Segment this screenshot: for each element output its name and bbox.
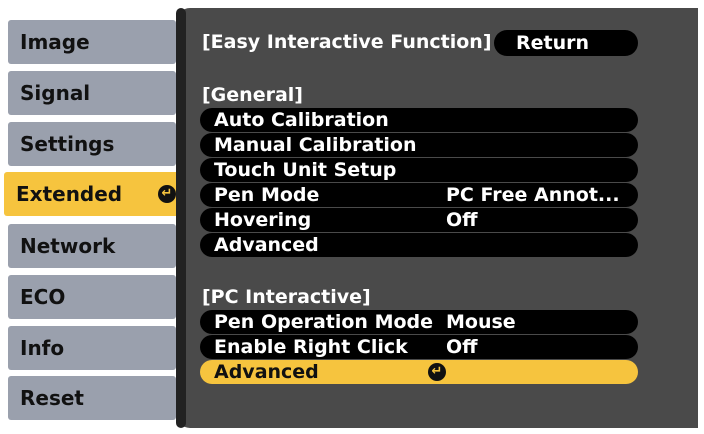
row-label: Auto Calibration bbox=[214, 109, 389, 131]
tab-label: ECO bbox=[20, 285, 66, 309]
tab-image[interactable]: Image bbox=[8, 20, 176, 64]
row-label: Touch Unit Setup bbox=[214, 159, 397, 181]
tab-extended[interactable]: Extended ↵ bbox=[4, 172, 186, 216]
tab-signal[interactable]: Signal bbox=[8, 71, 176, 115]
row-label: Enable Right Click bbox=[214, 336, 408, 358]
tab-network[interactable]: Network bbox=[8, 224, 176, 268]
tab-label: Info bbox=[20, 336, 65, 360]
menu-row-hovering[interactable]: Hovering Off bbox=[200, 208, 638, 232]
tab-label: Settings bbox=[20, 132, 115, 156]
enter-icon: ↵ bbox=[428, 363, 446, 381]
section-header-pc-interactive: [PC Interactive] bbox=[202, 286, 371, 308]
row-value: Off bbox=[446, 336, 478, 358]
menu-row-pen-mode[interactable]: Pen Mode PC Free Annot... bbox=[200, 183, 638, 207]
menu-row-advanced-general[interactable]: Advanced bbox=[200, 233, 638, 257]
panel-title: [Easy Interactive Function] bbox=[202, 31, 492, 53]
panel-divider bbox=[176, 8, 186, 428]
tab-eco[interactable]: ECO bbox=[8, 275, 176, 319]
tab-label: Extended bbox=[16, 182, 123, 206]
tab-label: Signal bbox=[20, 81, 91, 105]
row-value: Mouse bbox=[446, 311, 516, 333]
menu-row-manual-calibration[interactable]: Manual Calibration bbox=[200, 133, 638, 157]
tab-label: Reset bbox=[20, 386, 84, 410]
menu-row-auto-calibration[interactable]: Auto Calibration bbox=[200, 108, 638, 132]
tab-settings[interactable]: Settings bbox=[8, 122, 176, 166]
row-label: Manual Calibration bbox=[214, 134, 417, 156]
row-value: PC Free Annot... bbox=[446, 184, 620, 206]
tab-info[interactable]: Info bbox=[8, 326, 176, 370]
row-label: Advanced bbox=[214, 361, 319, 383]
row-label: Pen Mode bbox=[214, 184, 320, 206]
menu-row-pen-operation-mode[interactable]: Pen Operation Mode Mouse bbox=[200, 310, 638, 334]
tab-label: Network bbox=[20, 234, 116, 258]
return-label: Return bbox=[516, 32, 590, 54]
menu-row-enable-right-click[interactable]: Enable Right Click Off bbox=[200, 335, 638, 359]
row-label: Hovering bbox=[214, 209, 312, 231]
row-label: Pen Operation Mode bbox=[214, 311, 434, 333]
tab-reset[interactable]: Reset bbox=[8, 376, 176, 420]
row-label: Advanced bbox=[214, 234, 319, 256]
menu-row-touch-unit-setup[interactable]: Touch Unit Setup bbox=[200, 158, 638, 182]
enter-icon: ↵ bbox=[158, 185, 176, 203]
tab-label: Image bbox=[20, 30, 90, 54]
row-value: Off bbox=[446, 209, 478, 231]
menu-row-advanced-pc[interactable]: Advanced ↵ bbox=[200, 360, 638, 384]
return-button[interactable]: Return bbox=[494, 30, 638, 56]
section-header-general: [General] bbox=[202, 84, 303, 106]
